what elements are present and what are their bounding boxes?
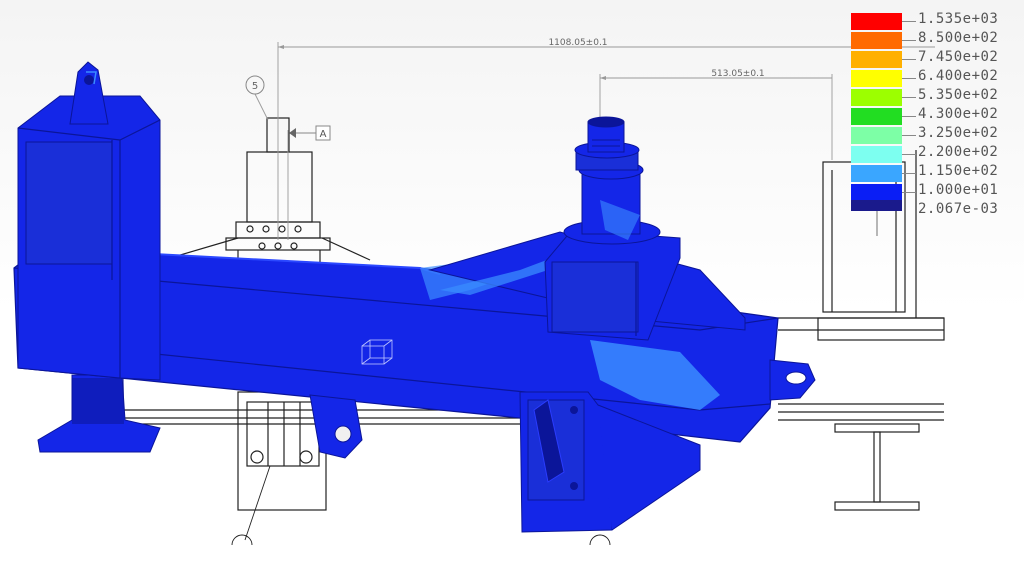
item-balloon[interactable]: 5 [245,75,265,95]
legend-label: 1.150e+02 [918,163,999,179]
legend-row: 2.067e-03 [851,190,1021,217]
legend-label: 4.300e+02 [918,106,999,122]
legend-swatch [851,146,902,163]
datum-feature[interactable]: A [289,125,331,141]
hanger-lug [309,394,363,459]
stress-legend[interactable]: 1.535e+03 8.500e+02 7.450e+02 6.400e+02 … [851,10,1021,217]
legend-label: 7.450e+02 [918,49,999,65]
legend-swatch [851,70,902,87]
legend-label: 6.400e+02 [918,68,999,84]
legend-swatch [851,13,902,30]
legend-label: 2.200e+02 [918,144,999,160]
legend-label: 3.250e+02 [918,125,999,141]
legend-label: 1.535e+03 [918,11,999,27]
legend-row: 4.300e+02 [851,105,1021,125]
legend-row: 8.500e+02 [851,29,1021,49]
balloon-number: 5 [252,81,258,92]
legend-label: 8.500e+02 [918,30,999,46]
datum-label: A [320,129,327,140]
stress-contour-model[interactable] [13,61,816,533]
legend-row: 2.200e+02 [851,143,1021,163]
dimension-arrow [278,45,284,49]
legend-row: 1.150e+02 [851,162,1021,182]
dimension-pin[interactable]: 513.05±0.1 [711,69,764,79]
legend-row: 1.535e+03 [851,10,1021,30]
dimension-arrow [600,76,606,80]
legend-label: 5.350e+02 [918,87,999,103]
legend-row: 5.350e+02 [851,86,1021,106]
legend-row: 3.250e+02 [851,124,1021,144]
legend-label: 2.067e-03 [918,201,999,217]
legend-swatch [851,200,902,211]
legend-swatch [851,51,902,68]
legend-swatch [851,127,902,144]
dimension-overall[interactable]: 1108.05±0.1 [548,38,607,48]
legend-swatch [851,165,902,182]
legend-row: 7.450e+02 [851,48,1021,68]
legend-swatch [851,108,902,125]
legend-swatch [851,89,902,106]
legend-swatch [851,32,902,49]
legend-row: 6.400e+02 [851,67,1021,87]
